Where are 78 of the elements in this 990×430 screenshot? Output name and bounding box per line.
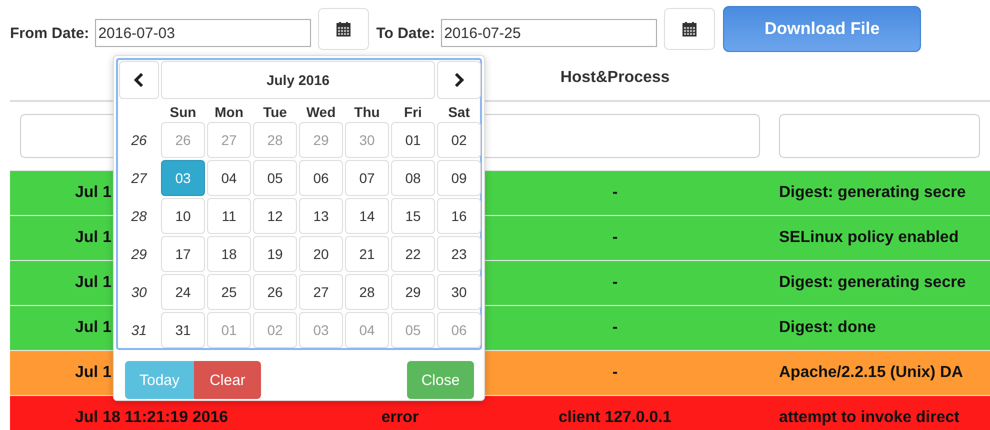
calendar-icon xyxy=(682,22,698,36)
day-cell[interactable]: 13 xyxy=(299,198,343,234)
weekday-label: Sun xyxy=(168,103,198,120)
date-cell-text: Jul 1 xyxy=(74,229,112,247)
day-cell[interactable]: 18 xyxy=(207,236,251,272)
message-cell-text: Digest: done xyxy=(778,319,876,337)
day-cell[interactable]: 25 xyxy=(207,274,251,310)
from-date-field[interactable]: 2016-07-03 xyxy=(95,19,312,47)
host-cell: - xyxy=(612,274,618,292)
day-cell[interactable]: 22 xyxy=(391,236,435,272)
message-cell-text: SELinux policy enabled xyxy=(778,229,959,247)
chevron-right-icon xyxy=(454,73,464,87)
week-number: 29 xyxy=(130,245,148,264)
day-cell[interactable]: 19 xyxy=(253,236,297,272)
week-number: 26 xyxy=(130,131,148,150)
host-cell: - xyxy=(612,229,618,247)
host-cell: client 127.0.0.1 xyxy=(558,409,672,427)
weekday-label: Wed xyxy=(305,103,337,120)
day-cell[interactable]: 09 xyxy=(437,160,481,196)
day-cell[interactable]: 20 xyxy=(299,236,343,272)
day-cell[interactable]: 10 xyxy=(161,198,205,234)
day-cell[interactable]: 26 xyxy=(253,274,297,310)
message-cell-text: attempt to invoke direct xyxy=(778,409,960,427)
date-cell-text: Jul 1 xyxy=(74,319,112,337)
clear-button[interactable]: Clear xyxy=(194,361,261,399)
day-cell[interactable]: 23 xyxy=(437,236,481,272)
date-cell-text: Jul 1 xyxy=(74,184,112,202)
message-cell-text: Apache/2.2.15 (Unix) DA xyxy=(778,364,964,382)
weekday-label: Sat xyxy=(447,103,471,120)
date-cell-text: Jul 1 xyxy=(74,364,112,382)
next-month-button[interactable] xyxy=(437,61,481,99)
calendar-button[interactable] xyxy=(664,8,716,50)
day-cell[interactable]: 16 xyxy=(437,198,481,234)
weekday-label: Tue xyxy=(262,103,288,120)
week-number: 30 xyxy=(130,283,148,302)
day-cell[interactable]: 15 xyxy=(391,198,435,234)
week-number: 31 xyxy=(130,321,148,340)
severity-cell: error xyxy=(381,409,419,427)
message-cell-text: Digest: generating secre xyxy=(778,274,966,292)
day-cell[interactable]: 05 xyxy=(253,160,297,196)
day-cell[interactable]: 06 xyxy=(299,160,343,196)
month-title-button[interactable]: July 2016 xyxy=(161,61,435,99)
weekday-label: Thu xyxy=(353,103,381,120)
from-date-label: From Date: xyxy=(10,24,90,42)
message-cell-text: Digest: generating secre xyxy=(778,184,966,202)
day-cell[interactable]: 21 xyxy=(345,236,389,272)
day-cell[interactable]: 24 xyxy=(161,274,205,310)
day-cell[interactable]: 14 xyxy=(345,198,389,234)
day-cell[interactable]: 01 xyxy=(391,122,435,158)
day-cell[interactable]: 27 xyxy=(299,274,343,310)
day-cell[interactable]: 12 xyxy=(253,198,297,234)
weekday-label: Fri xyxy=(403,103,423,120)
day-cell[interactable]: 28 xyxy=(345,274,389,310)
previous-month-button[interactable] xyxy=(119,61,159,99)
date-cell-text: Jul 18 11:21:19 2016 xyxy=(74,409,228,427)
day-cell[interactable]: 07 xyxy=(345,160,389,196)
date-cell-text: Jul 1 xyxy=(74,274,112,292)
host-cell: - xyxy=(612,319,618,337)
filter-field[interactable] xyxy=(779,114,980,158)
day-cell[interactable]: 04 xyxy=(207,160,251,196)
host-cell: - xyxy=(612,364,618,382)
day-cell[interactable]: 08 xyxy=(391,160,435,196)
weekday-label: Mon xyxy=(214,103,244,120)
chevron-left-icon xyxy=(134,73,144,87)
column-header[interactable]: Host&Process xyxy=(560,69,670,87)
calendar-icon xyxy=(336,22,352,36)
day-cell[interactable]: 31 xyxy=(161,312,205,348)
to-date-field[interactable]: 2016-07-25 xyxy=(441,19,658,47)
day-cell[interactable]: 30 xyxy=(437,274,481,310)
host-cell: - xyxy=(612,184,618,202)
to-date-label: To Date: xyxy=(376,24,436,42)
week-number: 28 xyxy=(130,207,148,226)
day-cell[interactable]: 17 xyxy=(161,236,205,272)
day-cell[interactable]: 29 xyxy=(391,274,435,310)
week-number: 27 xyxy=(130,169,148,188)
day-cell[interactable]: 02 xyxy=(437,122,481,158)
day-cell[interactable]: 11 xyxy=(207,198,251,234)
calendar-button[interactable] xyxy=(318,8,370,50)
